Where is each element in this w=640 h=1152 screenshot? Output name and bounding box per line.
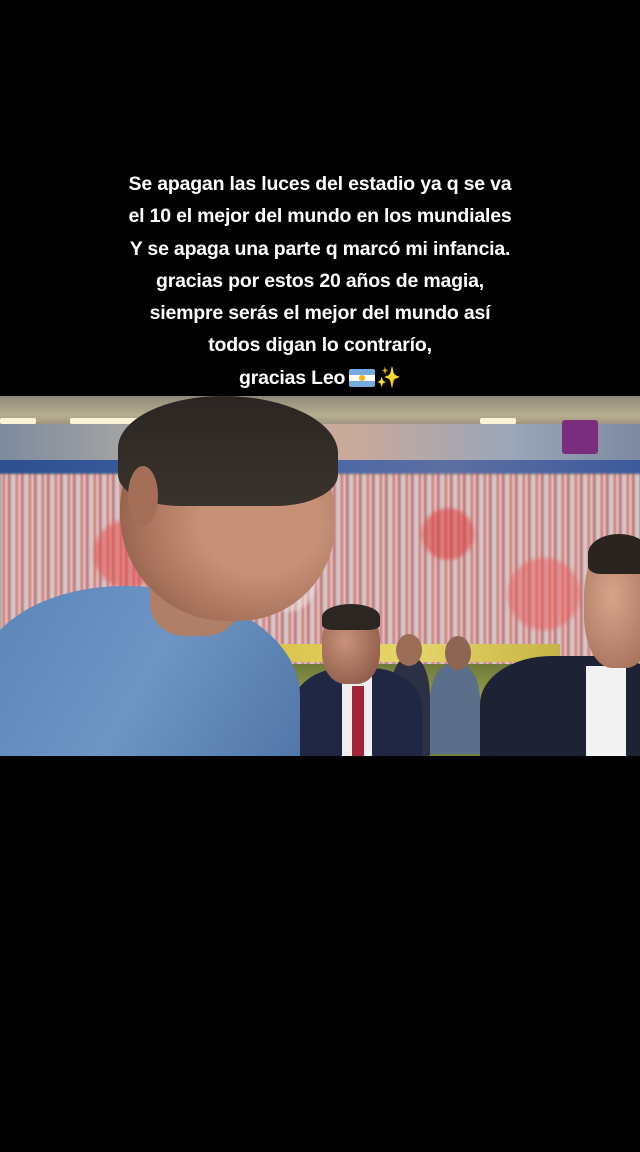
background-person xyxy=(430,664,480,754)
caption-line-2: el 10 el mejor del mundo en los mundiale… xyxy=(128,205,512,228)
video-caption: Se apagan las luces del estadio ya q se … xyxy=(0,168,640,394)
official-tie xyxy=(352,686,364,756)
security-shirt xyxy=(586,666,626,756)
security-hair xyxy=(588,534,640,574)
caption-line-3: Y se apaga una parte q marcó mi infancia… xyxy=(129,237,511,260)
background-person-head xyxy=(445,636,471,670)
video-frame[interactable] xyxy=(0,396,640,756)
coach-ear xyxy=(128,466,158,526)
broadcast-watermark-logo-icon xyxy=(562,420,598,454)
caption-line-1: Se apagan las luces del estadio ya q se … xyxy=(128,173,512,195)
caption-line-4: gracias por estos 20 años de magia, xyxy=(156,269,484,292)
background-person-head xyxy=(396,634,422,666)
caption-line-5: siempre serás el mejor del mundo así xyxy=(149,302,491,325)
official-hair xyxy=(322,604,380,630)
argentina-flag-icon xyxy=(349,368,376,387)
sparkles-icon: ✨ xyxy=(376,366,401,389)
caption-line-7: gracias Leo ✨ xyxy=(0,362,640,394)
caption-line-6: todos digan lo contrarío, xyxy=(208,334,432,357)
caption-line-7-text: gracias Leo xyxy=(239,366,346,389)
